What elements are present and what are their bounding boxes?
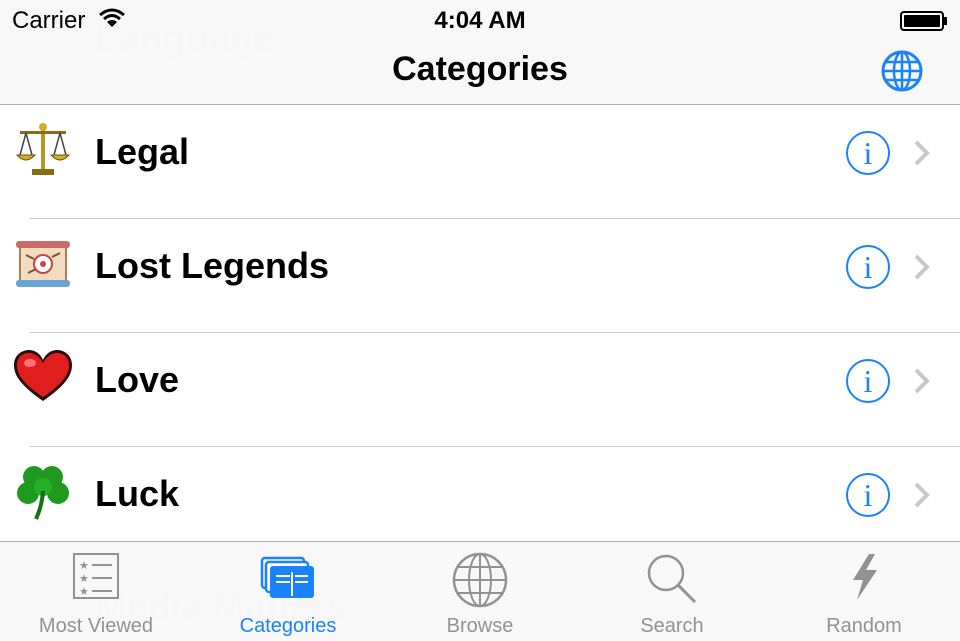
category-label: Lost Legends <box>95 245 330 286</box>
tab-label: Categories <box>239 615 337 637</box>
page-title: Categories <box>392 50 568 88</box>
tab-categories[interactable]: Categories <box>192 542 384 641</box>
info-button[interactable]: i <box>846 245 890 289</box>
status-time: 4:04 AM <box>434 7 526 34</box>
scroll-icon <box>16 241 70 287</box>
globe-icon <box>452 552 508 608</box>
info-button[interactable]: i <box>846 131 890 175</box>
tab-most-viewed[interactable]: ★ ★ ★ Most Viewed <box>0 542 192 641</box>
heart-icon <box>14 350 72 401</box>
category-label: Legal <box>95 131 190 172</box>
chevron-right-icon <box>914 140 930 166</box>
tab-label: Random <box>826 615 902 637</box>
battery-icon <box>900 11 947 31</box>
search-icon <box>647 554 697 604</box>
tab-browse[interactable]: Browse <box>384 542 576 641</box>
category-row-lost-legends[interactable]: Lost Legends i <box>0 219 960 333</box>
navigation-header: Carrier 4:04 AM Categories <box>0 0 960 105</box>
status-bar: Carrier 4:04 AM <box>0 0 960 40</box>
tab-bar: ★ ★ ★ Most Viewed Categories Browse Sear… <box>0 541 960 641</box>
categories-icon <box>260 556 314 598</box>
category-row-legal[interactable]: Legal i <box>0 105 960 219</box>
category-label: Luck <box>95 473 180 514</box>
globe-icon[interactable] <box>880 49 924 93</box>
chevron-right-icon <box>914 482 930 508</box>
info-button[interactable]: i <box>846 359 890 403</box>
lightning-icon <box>853 554 877 600</box>
info-button[interactable]: i <box>846 473 890 517</box>
svg-text:★: ★ <box>79 585 89 598</box>
tab-label: Most Viewed <box>38 615 154 637</box>
tab-random[interactable]: Random <box>768 542 960 641</box>
list-icon: ★ ★ ★ <box>73 553 119 599</box>
chevron-right-icon <box>914 368 930 394</box>
clover-icon <box>17 466 69 520</box>
scales-icon <box>15 123 71 175</box>
tab-search[interactable]: Search <box>576 542 768 641</box>
chevron-right-icon <box>914 254 930 280</box>
tab-label: Browse <box>446 615 514 637</box>
category-label: Love <box>95 359 180 400</box>
tab-label: Search <box>640 615 704 637</box>
svg-text:★: ★ <box>79 559 89 572</box>
svg-text:★: ★ <box>79 572 89 585</box>
category-row-love[interactable]: Love i <box>0 333 960 447</box>
